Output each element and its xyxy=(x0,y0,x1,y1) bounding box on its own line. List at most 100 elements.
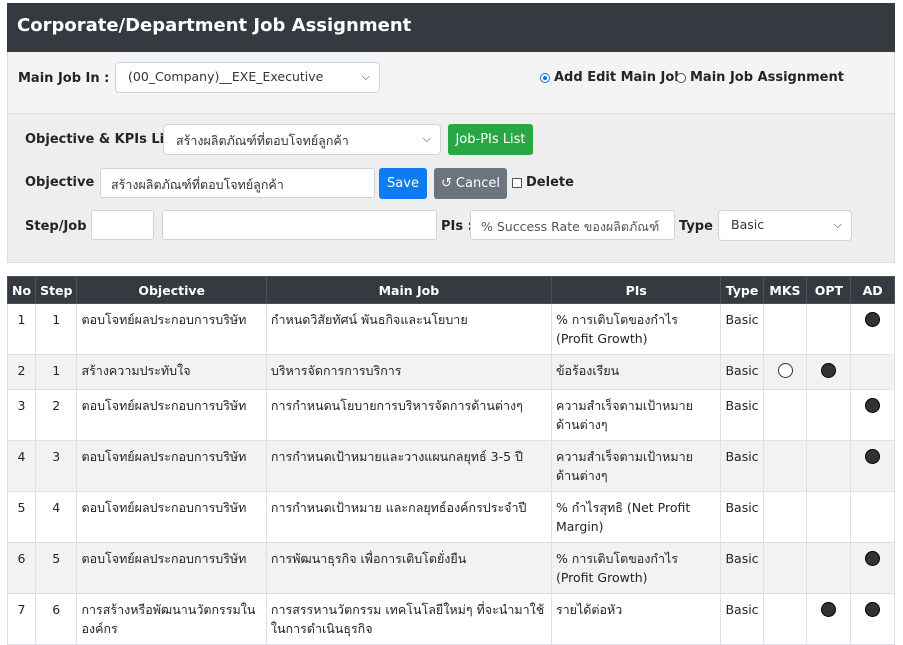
cell-pis: รายได้ต่อหัว xyxy=(550,593,722,645)
cell-job: การกำหนดเป้าหมาย และกลยุทธ์องค์กรประจำปี xyxy=(265,491,552,543)
cell-pis: % การเติบโตของกำไร (Profit Growth) xyxy=(550,542,722,594)
cell-step: 5 xyxy=(35,542,78,594)
cell-step: 3 xyxy=(35,440,78,492)
table-row[interactable]: 3 2 ตอบโจทย์ผลประกอบการบริษัท การกำหนดนโยบา… xyxy=(6,389,895,441)
cell-ad xyxy=(850,593,895,645)
cell-opt xyxy=(806,303,852,355)
filled-circle-icon[interactable] xyxy=(865,398,881,413)
cell-mks xyxy=(762,440,808,492)
main-job-select[interactable]: (00_Company)__EXE_Executive ⌵ xyxy=(115,62,380,93)
chevron-down-icon: ⌵ xyxy=(422,132,431,145)
cell-ad xyxy=(850,303,895,355)
cell-type: Basic xyxy=(720,542,764,594)
job-input[interactable] xyxy=(162,210,437,240)
chevron-down-icon: ⌵ xyxy=(833,218,842,231)
main-job-label: Main Job In : xyxy=(18,71,110,86)
checkbox-icon xyxy=(512,177,522,188)
table-row[interactable]: 2 1 สร้างความประทับใจ บริหารจัดการการบริการ… xyxy=(6,354,895,390)
cell-type: Basic xyxy=(720,303,764,355)
table-row[interactable]: 1 1 ตอบโจทย์ผลประกอบการบริษัท กำหนดวิสัยทัศ… xyxy=(6,303,895,355)
filled-circle-icon[interactable] xyxy=(821,602,837,617)
cell-type: Basic xyxy=(720,389,764,441)
filled-circle-icon[interactable] xyxy=(865,449,881,464)
table-row[interactable]: 4 3 ตอบโจทย์ผลประกอบการบริษัท การกำหนดเป้าห… xyxy=(6,440,895,492)
pis-label: PIs : xyxy=(441,219,473,234)
table-body: 1 1 ตอบโจทย์ผลประกอบการบริษัท กำหนดวิสัยทัศ… xyxy=(6,303,895,645)
type-label: Type : xyxy=(679,219,723,234)
cell-job: บริหารจัดการการบริการ xyxy=(265,354,552,390)
cell-mks xyxy=(762,303,808,355)
kpi-list-select[interactable]: สร้างผลิตภัณฑ์ที่ตอบโจทย์ลูกค้า ⌵ xyxy=(163,124,441,155)
col-no: No xyxy=(6,276,37,304)
cell-type: Basic xyxy=(720,593,764,645)
radio-add-label: Add Edit Main Job xyxy=(554,70,684,85)
cell-step: 1 xyxy=(35,303,78,355)
open-circle-icon[interactable] xyxy=(777,363,793,378)
cell-ad xyxy=(850,389,895,441)
type-select-value: Basic xyxy=(731,217,765,232)
radio-add-edit-main-job[interactable]: Add Edit Main Job xyxy=(540,70,684,85)
radio-assign-label: Main Job Assignment xyxy=(690,70,844,85)
pis-input[interactable]: % Success Rate ของผลิตภัณฑ์ xyxy=(470,210,675,240)
cell-no: 1 xyxy=(6,303,37,355)
cell-pis: % กำไรสุทธิ (Net Profit Margin) xyxy=(550,491,722,543)
cell-job: การกำหนดเป้าหมายและวางแผนกลยุทธ์ 3-5 ปี xyxy=(265,440,552,492)
delete-checkbox[interactable]: Delete xyxy=(512,175,574,190)
cell-ad xyxy=(850,542,895,594)
cell-pis: % การเติบโตของกำไร (Profit Growth) xyxy=(550,303,722,355)
cell-ad xyxy=(850,440,895,492)
kpi-list-select-value: สร้างผลิตภัณฑ์ที่ตอบโจทย์ลูกค้า xyxy=(176,133,349,148)
step-job-label: Step/Job : xyxy=(25,219,97,234)
cell-mks xyxy=(762,593,808,645)
filled-circle-icon[interactable] xyxy=(865,551,881,566)
filled-circle-icon[interactable] xyxy=(821,363,837,378)
filled-circle-icon[interactable] xyxy=(865,602,881,617)
cell-mks xyxy=(762,354,808,390)
cell-step: 4 xyxy=(35,491,78,543)
cell-objective: ตอบโจทย์ผลประกอบการบริษัท xyxy=(76,440,267,492)
cell-opt xyxy=(806,354,852,390)
app-frame: Corporate/Department Job Assignment Main… xyxy=(7,3,895,114)
col-opt: OPT xyxy=(806,276,852,304)
cell-type: Basic xyxy=(720,440,764,492)
cell-opt xyxy=(806,542,852,594)
col-pis: PIs xyxy=(550,276,722,304)
cell-mks xyxy=(762,389,808,441)
table-header-row: No Step Objective Main Job PIs Type MKS … xyxy=(6,276,895,304)
col-main-job: Main Job xyxy=(265,276,552,304)
cell-no: 7 xyxy=(6,593,37,645)
cell-opt xyxy=(806,440,852,492)
table-row[interactable]: 7 6 การสร้างหรือพัฒนานวัตกรรมในองค์กร การสร… xyxy=(6,593,895,645)
chevron-down-icon: ⌵ xyxy=(361,70,370,83)
undo-icon: ↺ xyxy=(441,176,452,191)
objective-input[interactable]: สร้างผลิตภัณฑ์ที่ตอบโจทย์ลูกค้า xyxy=(100,168,375,198)
cell-ad xyxy=(850,354,895,390)
cell-pis: ข้อร้องเรียน xyxy=(550,354,722,390)
cell-type: Basic xyxy=(720,491,764,543)
cell-type: Basic xyxy=(720,354,764,390)
col-mks: MKS xyxy=(762,276,808,304)
cancel-button[interactable]: ↺ Cancel xyxy=(434,168,507,199)
col-step: Step xyxy=(35,276,78,304)
delete-label: Delete xyxy=(526,175,574,190)
cell-objective: ตอบโจทย์ผลประกอบการบริษัท xyxy=(76,491,267,543)
col-type: Type xyxy=(720,276,764,304)
cell-no: 3 xyxy=(6,389,37,441)
cell-opt xyxy=(806,389,852,441)
job-table: No Step Objective Main Job PIs Type MKS … xyxy=(6,276,895,645)
table-row[interactable]: 5 4 ตอบโจทย์ผลประกอบการบริษัท การกำหนดเป้าห… xyxy=(6,491,895,543)
cell-no: 6 xyxy=(6,542,37,594)
cell-job: การกำหนดนโยบายการบริหารจัดการด้านต่างๆ xyxy=(265,389,552,441)
radio-main-job-assignment[interactable]: Main Job Assignment xyxy=(676,70,844,85)
cell-step: 1 xyxy=(35,354,78,390)
cell-ad xyxy=(850,491,895,543)
save-button[interactable]: Save xyxy=(379,168,427,199)
job-pis-list-button[interactable]: Job-PIs List xyxy=(448,124,533,155)
type-select[interactable]: Basic ⌵ xyxy=(718,210,852,241)
cell-objective: การสร้างหรือพัฒนานวัตกรรมในองค์กร xyxy=(76,593,267,645)
table-row[interactable]: 6 5 ตอบโจทย์ผลประกอบการบริษัท การพัฒนาธุรกิ… xyxy=(6,542,895,594)
step-input[interactable] xyxy=(91,210,154,240)
cell-objective: ตอบโจทย์ผลประกอบการบริษัท xyxy=(76,303,267,355)
filled-circle-icon[interactable] xyxy=(865,312,881,327)
cell-mks xyxy=(762,491,808,543)
